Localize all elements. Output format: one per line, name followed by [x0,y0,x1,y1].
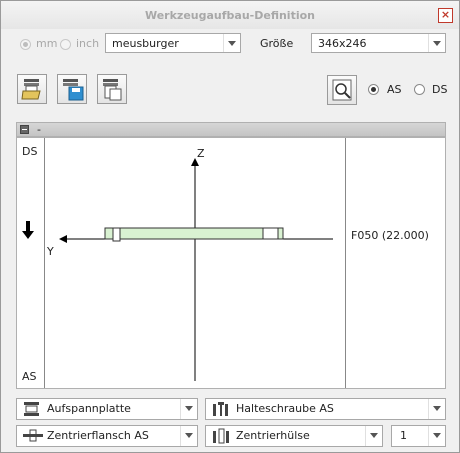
manufacturer-value: meusburger [112,37,179,50]
window-title: Werkzeugaufbau-Definition [144,9,315,22]
manufacturer-select[interactable]: meusburger [105,33,241,53]
component-value-2: Halteschraube AS [236,402,334,415]
chevron-down-icon[interactable] [180,426,197,446]
clamping-plate [104,227,284,240]
ds-label: DS [432,83,448,96]
copy-button[interactable] [97,74,127,104]
chevron-down-icon[interactable] [428,426,445,446]
plate-icon [24,402,39,416]
chevron-down-icon[interactable] [223,34,240,52]
save-button[interactable] [57,74,87,104]
title-bar: Werkzeugaufbau-Definition × [1,1,459,29]
close-button[interactable]: × [438,8,453,23]
component-value-3: Zentrierflansch AS [47,429,149,442]
plate-insert-right [262,227,279,240]
dialog-window: Werkzeugaufbau-Definition × mm inch meus… [0,0,460,453]
copy-icon [103,79,122,101]
sleeve-icon [213,428,229,444]
component-select-4[interactable]: Zentrierhülse [205,425,383,447]
as-label: AS [387,83,402,96]
quantity-select[interactable]: 1 [391,425,446,447]
mm-radio[interactable] [20,39,31,50]
y-axis-label: Y [47,245,54,258]
quantity-value: 1 [400,429,407,442]
zoom-button[interactable] [327,75,357,105]
component-value-4: Zentrierhülse [236,429,310,442]
open-folder-icon [21,79,41,100]
collapse-icon[interactable] [20,125,29,134]
flange-icon [23,429,43,442]
inch-radio[interactable] [60,39,71,50]
magnifier-icon [332,79,352,101]
inch-label: inch [76,37,100,50]
size-label: Größe [260,37,294,50]
component-select-2[interactable]: Halteschraube AS [205,398,446,420]
chevron-down-icon[interactable] [428,34,445,52]
component-value-1: Aufspannplatte [47,402,131,415]
component-select-1[interactable]: Aufspannplatte [16,398,198,420]
layout-canvas: DS AS Z Y F050 (22.000) [16,137,446,389]
screw-icon [213,402,228,416]
z-axis-label: Z [197,147,205,160]
as-radio[interactable] [368,84,379,95]
ds-radio[interactable] [414,84,425,95]
plate-insert-left [112,227,121,242]
chevron-down-icon[interactable] [365,426,382,446]
size-select[interactable]: 346x246 [311,33,446,53]
component-select-3[interactable]: Zentrierflansch AS [16,425,198,447]
chevron-down-icon[interactable] [180,399,197,419]
panel-header: - [16,122,446,137]
arrow-down-icon [22,221,34,239]
panel-title: - [37,123,41,136]
mm-label: mm [36,37,58,50]
save-disk-icon [63,79,84,101]
size-value: 346x246 [318,37,367,50]
layout-drawing [22,158,333,381]
chevron-down-icon[interactable] [428,399,445,419]
plate-info-label: F050 (22.000) [351,229,429,242]
open-button[interactable] [17,74,47,104]
